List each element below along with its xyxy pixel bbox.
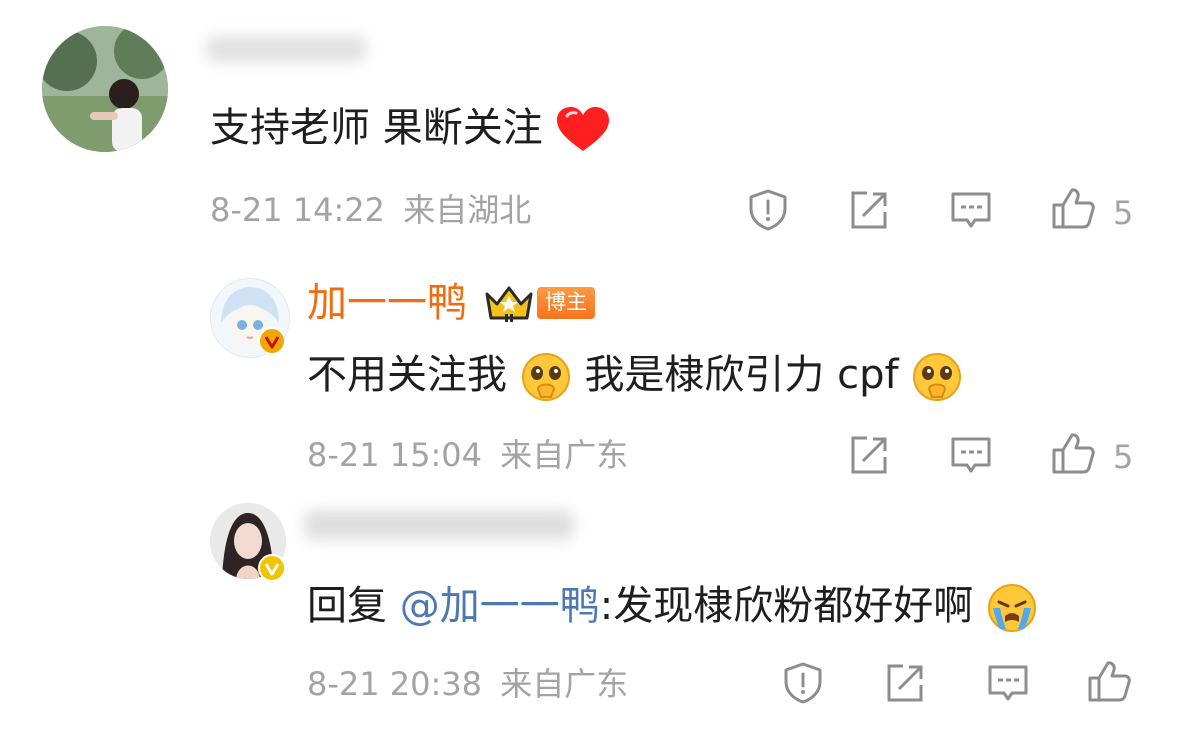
crown-icon (485, 286, 533, 322)
like-count: 5 (1113, 194, 1134, 232)
like-icon[interactable] (1051, 431, 1095, 475)
verified-badge-icon (258, 327, 286, 355)
pleading-face-icon (521, 353, 570, 401)
reply-prefix: 回复 (307, 583, 387, 629)
host-badge: 博主 (537, 287, 595, 319)
commenter-name-hidden[interactable] (206, 36, 366, 62)
reply-text: 回复 @加一一鸭:发现棣欣粉都好好啊 (307, 582, 1038, 634)
avatar-photo (42, 26, 168, 152)
reply-location: 来自广东 (500, 436, 629, 474)
comment-time: 8-21 14:22 (210, 191, 386, 229)
reply-meta: 8-21 20:38 来自广东 (307, 668, 628, 700)
report-icon[interactable] (746, 188, 790, 232)
like-icon[interactable] (1051, 186, 1095, 230)
commenter-avatar[interactable] (42, 26, 168, 152)
like-count: 5 (1113, 438, 1134, 476)
comment-icon[interactable] (986, 661, 1030, 705)
comment-location: 来自湖北 (403, 191, 532, 229)
comment-icon[interactable] (949, 188, 993, 232)
blogger-reply-text: 不用关注我 我是棣欣引力 cpf (307, 351, 963, 403)
reply-time: 8-21 15:04 (307, 436, 483, 474)
heart-icon (557, 107, 610, 151)
reply-location: 来自广东 (500, 665, 629, 703)
pleading-face-icon (913, 353, 962, 401)
comment-icon[interactable] (949, 433, 993, 477)
blogger-reply-meta: 8-21 15:04 来自广东 (307, 439, 628, 471)
share-icon[interactable] (847, 188, 891, 232)
blogger-name[interactable]: 加一一鸭 (307, 283, 467, 323)
crying-face-icon (987, 584, 1036, 632)
share-icon[interactable] (847, 433, 891, 477)
share-icon[interactable] (883, 661, 927, 705)
report-icon[interactable] (781, 661, 825, 705)
comment-text: 支持老师 果断关注 (210, 106, 611, 154)
reply-time: 8-21 20:38 (307, 665, 483, 703)
like-icon[interactable] (1087, 659, 1131, 703)
mention-link[interactable]: @加一一鸭 (400, 583, 600, 629)
blogger-badge: 博主 (483, 282, 595, 324)
verified-badge-icon (258, 554, 286, 582)
comment-meta: 8-21 14:22 来自湖北 (210, 194, 531, 226)
reply-body: :发现棣欣粉都好好啊 (599, 583, 974, 629)
replier-name-hidden[interactable] (304, 510, 574, 540)
